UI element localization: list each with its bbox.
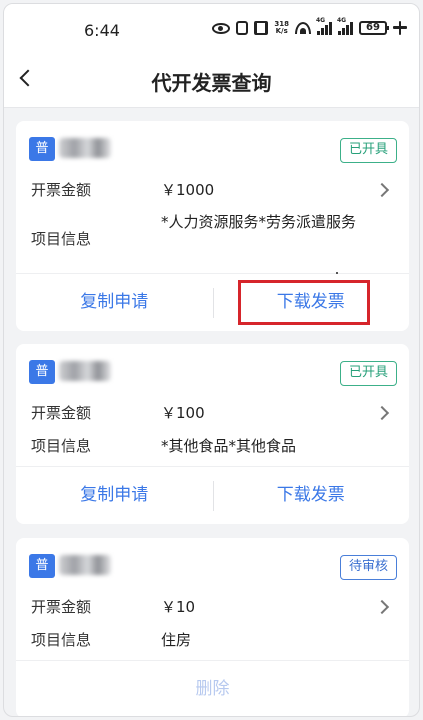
invoice-card: 普 已开具 开票金额 ￥100 项目信息 *其他食品*其他食品 复制申请 下载发… <box>16 344 409 524</box>
amount-label: 开票金额 <box>31 598 92 616</box>
project-value: 住房 <box>161 631 192 649</box>
status-badge: 待审核 <box>339 555 397 580</box>
eye-icon <box>212 22 231 34</box>
project-label: 项目信息 <box>31 230 92 248</box>
status-badge: 已开具 <box>339 361 397 386</box>
invoice-card: 普 待审核 开票金额 ￥10 项目信息 住房 删除 <box>16 538 409 716</box>
card-actions: 删除 <box>16 660 409 716</box>
phone-frame: 6:44 318 K/s 4G 4G 69 代开发票查询 普 已开具 开票金额 … <box>3 3 420 717</box>
status-badge: 已开具 <box>339 138 397 163</box>
card-header: 普 已开具 <box>16 121 409 163</box>
signal-label: 4G <box>316 17 326 24</box>
chevron-right-icon[interactable] <box>374 599 390 615</box>
project-label: 项目信息 <box>31 631 92 649</box>
page-title: 代开发票查询 <box>151 71 272 95</box>
amount-value: ￥1000 <box>161 181 215 199</box>
net-speed: 318 K/s <box>274 20 289 35</box>
stray-dot <box>336 272 338 274</box>
invoice-type-tag: 普 <box>29 360 55 384</box>
amount-value: ￥100 <box>161 404 205 422</box>
chevron-right-icon[interactable] <box>374 182 390 198</box>
card-header: 普 已开具 <box>16 344 409 386</box>
redacted-name <box>59 138 111 158</box>
signal-icon: 4G <box>316 17 332 35</box>
download-invoice-button[interactable]: 下载发票 <box>213 274 410 332</box>
project-label: 项目信息 <box>31 437 92 455</box>
copy-application-button[interactable]: 复制申请 <box>16 467 213 525</box>
status-time: 6:44 <box>84 21 120 40</box>
signal-label: 4G <box>337 17 347 24</box>
invoice-card: 普 已开具 开票金额 ￥1000 项目信息 *人力资源服务*劳务派遣服务 复制申… <box>16 121 409 331</box>
amount-label: 开票金额 <box>31 404 92 422</box>
card-header: 普 待审核 <box>16 538 409 580</box>
card-actions: 复制申请 下载发票 <box>16 273 409 331</box>
vibrate-icon <box>254 21 269 35</box>
delete-button[interactable]: 删除 <box>16 661 409 716</box>
download-invoice-button[interactable]: 下载发票 <box>213 467 410 525</box>
nfc-icon <box>236 21 249 35</box>
app-header: 代开发票查询 <box>4 50 419 108</box>
signal-icon: 4G <box>337 17 353 35</box>
redacted-name <box>59 555 111 575</box>
status-bar: 6:44 318 K/s 4G 4G 69 <box>4 4 419 50</box>
invoice-type-tag: 普 <box>29 137 55 161</box>
card-actions: 复制申请 下载发票 <box>16 466 409 524</box>
invoice-type-tag: 普 <box>29 554 55 578</box>
airplane-icon <box>393 21 407 35</box>
amount-label: 开票金额 <box>31 181 92 199</box>
redacted-name <box>59 361 111 381</box>
wifi-icon <box>295 22 311 34</box>
project-value: *其他食品*其他食品 <box>161 437 297 455</box>
amount-value: ￥10 <box>161 598 196 616</box>
project-value: *人力资源服务*劳务派遣服务 <box>161 213 357 231</box>
status-icons: 318 K/s 4G 4G 69 <box>212 17 407 38</box>
battery-icon: 69 <box>359 21 389 35</box>
chevron-right-icon[interactable] <box>374 405 390 421</box>
copy-application-button[interactable]: 复制申请 <box>16 274 213 332</box>
